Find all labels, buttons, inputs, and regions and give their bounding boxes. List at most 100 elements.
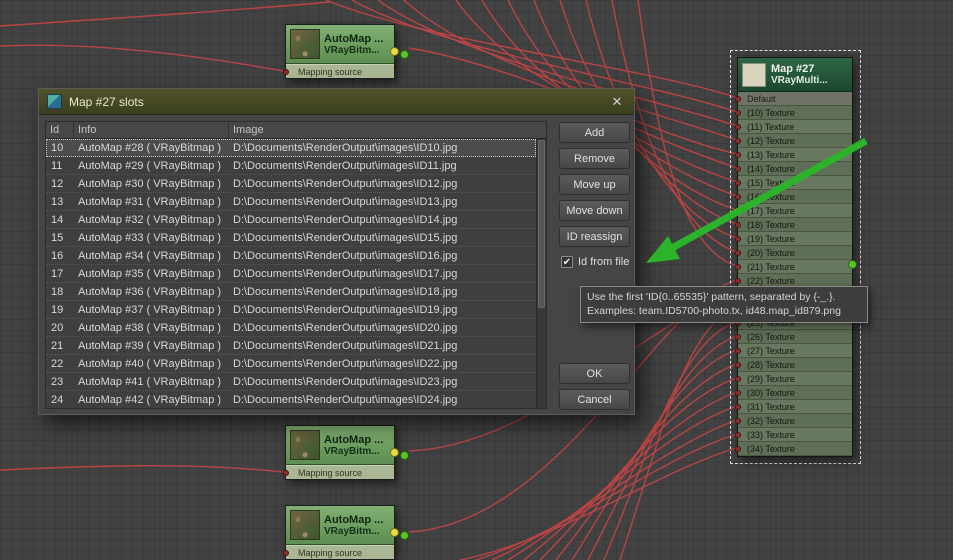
table-row[interactable]: 12 AutoMap #30 ( VRayBitmap ) D:\Documen… (46, 175, 536, 193)
table-row[interactable]: 10 AutoMap #28 ( VRayBitmap ) D:\Documen… (46, 139, 536, 157)
column-header-image[interactable]: Image (229, 122, 546, 138)
texture-slot[interactable]: (32) Texture (738, 414, 852, 428)
input-socket[interactable] (735, 418, 741, 424)
texture-slot[interactable]: (19) Texture (738, 232, 852, 246)
table-row[interactable]: 16 AutoMap #34 ( VRayBitmap ) D:\Documen… (46, 247, 536, 265)
cancel-button[interactable]: Cancel (559, 389, 630, 410)
add-button[interactable]: Add (559, 122, 630, 143)
input-socket[interactable] (735, 222, 741, 228)
input-socket[interactable] (735, 180, 741, 186)
output-socket[interactable] (390, 47, 399, 56)
texture-slot[interactable]: (31) Texture (738, 400, 852, 414)
table-row[interactable]: 14 AutoMap #32 ( VRayBitmap ) D:\Documen… (46, 211, 536, 229)
texture-slot[interactable]: (17) Texture (738, 204, 852, 218)
input-socket[interactable] (735, 152, 741, 158)
automap-node-header[interactable]: AutoMap ... VRayBitm... (286, 426, 394, 465)
ok-button[interactable]: OK (559, 363, 630, 384)
output-socket[interactable] (390, 528, 399, 537)
input-socket[interactable] (735, 264, 741, 270)
connection-wire[interactable] (0, 45, 283, 71)
input-socket[interactable] (735, 250, 741, 256)
table-scrollbar[interactable] (536, 139, 546, 408)
input-socket[interactable] (735, 236, 741, 242)
connection-end-dot[interactable] (400, 451, 409, 460)
table-row[interactable]: 22 AutoMap #40 ( VRayBitmap ) D:\Documen… (46, 355, 536, 373)
table-row[interactable]: 11 AutoMap #29 ( VRayBitmap ) D:\Documen… (46, 157, 536, 175)
input-socket[interactable] (283, 550, 289, 556)
dialog-titlebar[interactable]: Map #27 slots ✕ (39, 89, 634, 115)
input-socket[interactable] (735, 432, 741, 438)
table-row[interactable]: 20 AutoMap #38 ( VRayBitmap ) D:\Documen… (46, 319, 536, 337)
input-socket[interactable] (735, 278, 741, 284)
mapping-source-slot[interactable]: Mapping source (286, 64, 394, 78)
table-row[interactable]: 19 AutoMap #37 ( VRayBitmap ) D:\Documen… (46, 301, 536, 319)
move-down-button[interactable]: Move down (559, 200, 630, 221)
connection-wire[interactable] (476, 434, 737, 560)
multisubtex-node-header[interactable]: Map #27 VRayMulti... (738, 58, 852, 92)
table-row[interactable]: 15 AutoMap #33 ( VRayBitmap ) D:\Documen… (46, 229, 536, 247)
texture-slot[interactable]: (12) Texture (738, 134, 852, 148)
texture-slot[interactable]: (14) Texture (738, 162, 852, 176)
texture-slot[interactable]: (34) Texture (738, 442, 852, 456)
input-socket[interactable] (735, 124, 741, 130)
input-socket[interactable] (735, 334, 741, 340)
texture-slot[interactable]: (13) Texture (738, 148, 852, 162)
column-header-id[interactable]: Id (46, 122, 74, 138)
close-icon[interactable]: ✕ (608, 94, 626, 110)
texture-slot[interactable]: (21) Texture (738, 260, 852, 274)
remove-button[interactable]: Remove (559, 148, 630, 169)
texture-slot[interactable]: (29) Texture (738, 372, 852, 386)
texture-slot[interactable]: (27) Texture (738, 344, 852, 358)
connection-wire[interactable] (0, 466, 283, 472)
texture-slot[interactable]: (26) Texture (738, 330, 852, 344)
input-socket[interactable] (735, 390, 741, 396)
table-row[interactable]: 24 AutoMap #42 ( VRayBitmap ) D:\Documen… (46, 391, 536, 409)
table-row[interactable]: 18 AutoMap #36 ( VRayBitmap ) D:\Documen… (46, 283, 536, 301)
texture-slot[interactable]: (33) Texture (738, 428, 852, 442)
input-socket[interactable] (735, 166, 741, 172)
table-row[interactable]: 23 AutoMap #41 ( VRayBitmap ) D:\Documen… (46, 373, 536, 391)
id-reassign-button[interactable]: ID reassign (559, 226, 630, 247)
input-socket[interactable] (735, 110, 741, 116)
connection-end-dot[interactable] (400, 531, 409, 540)
automap-node-header[interactable]: AutoMap ... VRayBitm... (286, 25, 394, 64)
texture-slot[interactable]: (20) Texture (738, 246, 852, 260)
input-socket[interactable] (735, 376, 741, 382)
input-socket[interactable] (735, 446, 741, 452)
connection-wire[interactable] (638, 0, 737, 266)
connection-wire[interactable] (0, 2, 330, 26)
texture-slot[interactable]: (28) Texture (738, 358, 852, 372)
mapping-source-slot[interactable]: Mapping source (286, 545, 394, 559)
texture-slot[interactable]: Default (738, 92, 852, 106)
table-row[interactable]: 13 AutoMap #31 ( VRayBitmap ) D:\Documen… (46, 193, 536, 211)
input-socket[interactable] (735, 194, 741, 200)
texture-slot[interactable]: (18) Texture (738, 218, 852, 232)
automap-node-header[interactable]: AutoMap ... VRayBitm... (286, 506, 394, 545)
texture-slot[interactable]: (10) Texture (738, 106, 852, 120)
output-socket[interactable] (848, 260, 857, 269)
table-row[interactable]: 17 AutoMap #35 ( VRayBitmap ) D:\Documen… (46, 265, 536, 283)
input-socket[interactable] (735, 208, 741, 214)
automap-node-bottom[interactable]: AutoMap ... VRayBitm... Mapping source (285, 505, 395, 560)
table-row[interactable]: 21 AutoMap #39 ( VRayBitmap ) D:\Documen… (46, 337, 536, 355)
texture-slot[interactable]: (11) Texture (738, 120, 852, 134)
id-from-file-checkbox[interactable]: ✔ Id from file (561, 256, 629, 268)
input-socket[interactable] (735, 362, 741, 368)
texture-slot[interactable]: (16) Texture (738, 190, 852, 204)
texture-slot[interactable]: (15) Texture (738, 176, 852, 190)
output-socket[interactable] (390, 448, 399, 457)
input-socket[interactable] (735, 138, 741, 144)
automap-node-middle[interactable]: AutoMap ... VRayBitm... Mapping source (285, 425, 395, 480)
input-socket[interactable] (283, 470, 289, 476)
automap-node-top[interactable]: AutoMap ... VRayBitm... Mapping source (285, 24, 395, 79)
checkbox-check-icon[interactable]: ✔ (561, 256, 573, 268)
input-socket[interactable] (735, 348, 741, 354)
move-up-button[interactable]: Move up (559, 174, 630, 195)
column-header-info[interactable]: Info (74, 122, 229, 138)
mapping-source-slot[interactable]: Mapping source (286, 465, 394, 479)
node-editor-canvas[interactable]: AutoMap ... VRayBitm... Mapping source A… (0, 0, 953, 560)
input-socket[interactable] (735, 96, 741, 102)
scrollbar-thumb[interactable] (538, 140, 545, 308)
connection-end-dot[interactable] (400, 50, 409, 59)
multisubtex-node[interactable]: Map #27 VRayMulti... Default (10) Textur… (737, 57, 853, 457)
